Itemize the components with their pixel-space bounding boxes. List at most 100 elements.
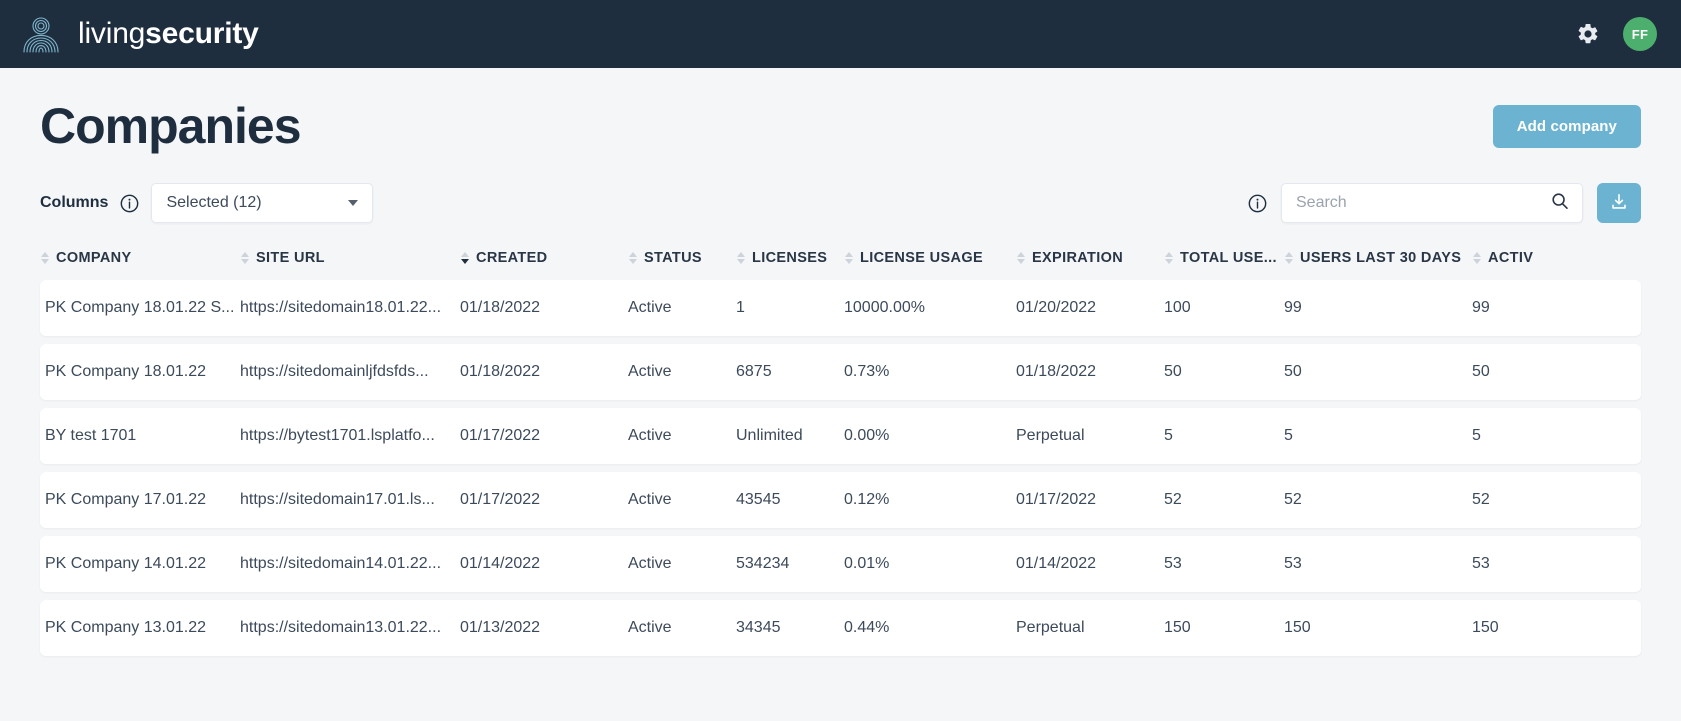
- column-header-activ[interactable]: ACTIV: [1472, 250, 1592, 266]
- cell-licenses: 43545: [736, 491, 781, 508]
- cell-site-url: https://sitedomain13.01.22...: [240, 619, 442, 636]
- cell-users-last-30-days: 52: [1284, 491, 1302, 508]
- search-control: [1248, 183, 1641, 223]
- cell-status: Active: [628, 619, 672, 636]
- cell-expiration: 01/20/2022: [1016, 299, 1097, 316]
- cell-company: PK Company 17.01.22: [45, 491, 206, 508]
- cell-licenses: Unlimited: [736, 427, 803, 444]
- table-row[interactable]: PK Company 13.01.22 https://sitedomain13.…: [40, 600, 1641, 656]
- column-header-label: USERS LAST 30 DAYS: [1300, 250, 1462, 266]
- download-button[interactable]: [1597, 183, 1641, 223]
- cell-site-url: https://bytest1701.lsplatfo...: [240, 427, 435, 444]
- sort-toggle-icon[interactable]: [1016, 252, 1025, 264]
- table-row[interactable]: BY test 1701 https://bytest1701.lsplatfo.…: [40, 408, 1641, 464]
- search-box[interactable]: [1281, 183, 1583, 223]
- column-header-label: LICENSE USAGE: [860, 250, 983, 266]
- brand-logo[interactable]: livingsecurity: [18, 11, 259, 57]
- cell-status: Active: [628, 555, 672, 572]
- cell-company: PK Company 13.01.22: [45, 619, 206, 636]
- cell-total-users: 150: [1164, 619, 1191, 636]
- column-header-created[interactable]: CREATED: [460, 250, 628, 266]
- cell-active: 52: [1472, 491, 1490, 508]
- sort-toggle-icon[interactable]: [40, 252, 49, 264]
- table-row[interactable]: PK Company 17.01.22 https://sitedomain17.…: [40, 472, 1641, 528]
- table-row[interactable]: PK Company 14.01.22 https://sitedomain14.…: [40, 536, 1641, 592]
- cell-total-users: 53: [1164, 555, 1182, 572]
- sort-toggle-icon[interactable]: [240, 252, 249, 264]
- column-header-label: LICENSES: [752, 250, 828, 266]
- chevron-down-icon: [348, 200, 359, 206]
- cell-licenses: 1: [736, 299, 745, 316]
- gear-icon[interactable]: [1575, 21, 1601, 47]
- cell-created: 01/18/2022: [460, 299, 541, 316]
- brand-word-security: security: [145, 17, 259, 50]
- brand-word-living: living: [78, 17, 146, 50]
- column-header-label: EXPIRATION: [1032, 250, 1124, 266]
- cell-created: 01/17/2022: [460, 427, 541, 444]
- cell-license-usage: 0.00%: [844, 427, 890, 444]
- sort-toggle-icon[interactable]: [460, 252, 469, 264]
- cell-site-url: https://sitedomain14.01.22...: [240, 555, 442, 572]
- page-content: Companies Add company Columns Selected (…: [0, 68, 1681, 656]
- cell-expiration: 01/14/2022: [1016, 555, 1097, 572]
- download-icon: [1609, 192, 1629, 215]
- table-header-row: COMPANY SITE URL CREATED STATUS LICENSES LICE…: [40, 238, 1641, 280]
- sort-toggle-icon[interactable]: [844, 252, 853, 264]
- columns-label: Columns: [40, 194, 109, 211]
- search-input[interactable]: [1296, 194, 1550, 212]
- sort-toggle-icon[interactable]: [1164, 252, 1173, 264]
- brand-wordmark: livingsecurity: [78, 17, 259, 51]
- cell-users-last-30-days: 50: [1284, 363, 1302, 380]
- cell-users-last-30-days: 5: [1284, 427, 1293, 444]
- search-icon[interactable]: [1550, 191, 1570, 216]
- cell-created: 01/14/2022: [460, 555, 541, 572]
- column-header-licenses[interactable]: LICENSES: [736, 250, 844, 266]
- cell-users-last-30-days: 53: [1284, 555, 1302, 572]
- page-title: Companies: [40, 98, 302, 154]
- cell-company: PK Company 14.01.22: [45, 555, 206, 572]
- table-toolbar: Columns Selected (12): [40, 174, 1641, 232]
- cell-total-users: 5: [1164, 427, 1173, 444]
- column-header-license-usage[interactable]: LICENSE USAGE: [844, 250, 1016, 266]
- living-security-fingerprint-logo-icon: [18, 11, 64, 57]
- table-body: PK Company 18.01.22 S... https://sitedoma…: [40, 280, 1641, 656]
- cell-created: 01/18/2022: [460, 363, 541, 380]
- user-avatar[interactable]: FF: [1623, 17, 1657, 51]
- column-header-expiration[interactable]: EXPIRATION: [1016, 250, 1164, 266]
- sort-toggle-icon[interactable]: [628, 252, 637, 264]
- cell-site-url: https://sitedomainljfdsfds...: [240, 363, 429, 380]
- column-header-label: ACTIV: [1488, 250, 1534, 266]
- column-header-label: TOTAL USE...: [1180, 250, 1277, 266]
- cell-company: PK Company 18.01.22 S...: [45, 299, 235, 316]
- cell-license-usage: 0.44%: [844, 619, 890, 636]
- top-navigation-bar: livingsecurity FF: [0, 0, 1681, 68]
- search-info-icon[interactable]: [1248, 194, 1267, 213]
- column-header-users-last-30-days[interactable]: USERS LAST 30 DAYS: [1284, 250, 1472, 266]
- cell-active: 99: [1472, 299, 1490, 316]
- sort-toggle-icon[interactable]: [736, 252, 745, 264]
- cell-total-users: 52: [1164, 491, 1182, 508]
- cell-total-users: 100: [1164, 299, 1191, 316]
- add-company-button[interactable]: Add company: [1492, 104, 1641, 148]
- columns-info-icon[interactable]: [120, 194, 139, 213]
- sort-toggle-icon[interactable]: [1284, 252, 1293, 264]
- cell-expiration: Perpetual: [1016, 619, 1085, 636]
- columns-select[interactable]: Selected (12): [151, 183, 374, 223]
- table-row[interactable]: PK Company 18.01.22 S... https://sitedoma…: [40, 280, 1641, 336]
- sort-toggle-icon[interactable]: [1472, 252, 1481, 264]
- columns-control: Columns Selected (12): [40, 183, 374, 223]
- column-header-site-url[interactable]: SITE URL: [240, 250, 460, 266]
- column-header-label: COMPANY: [56, 250, 132, 266]
- cell-company: BY test 1701: [45, 427, 137, 444]
- cell-licenses: 6875: [736, 363, 772, 380]
- cell-license-usage: 10000.00%: [844, 299, 925, 316]
- column-header-total-use[interactable]: TOTAL USE...: [1164, 250, 1284, 266]
- cell-expiration: 01/18/2022: [1016, 363, 1097, 380]
- avatar-initials: FF: [1631, 26, 1649, 42]
- cell-active: 53: [1472, 555, 1490, 572]
- cell-site-url: https://sitedomain17.01.ls...: [240, 491, 435, 508]
- column-header-company[interactable]: COMPANY: [40, 250, 240, 266]
- cell-site-url: https://sitedomain18.01.22...: [240, 299, 442, 316]
- column-header-status[interactable]: STATUS: [628, 250, 736, 266]
- table-row[interactable]: PK Company 18.01.22 https://sitedomainljf…: [40, 344, 1641, 400]
